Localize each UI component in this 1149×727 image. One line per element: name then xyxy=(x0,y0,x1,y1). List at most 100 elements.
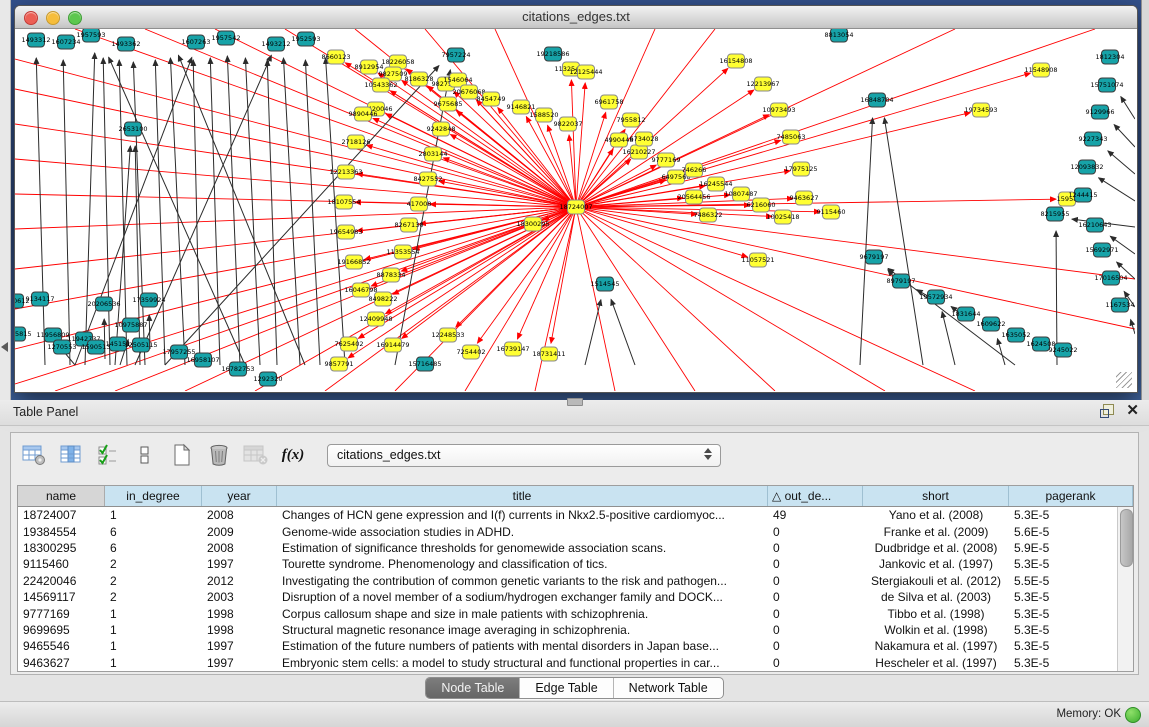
table-row[interactable]: 2242004622012Investigating the contribut… xyxy=(18,573,1133,589)
graph-node[interactable]: 10973493 xyxy=(762,103,795,117)
graph-node[interactable]: 16739147 xyxy=(496,342,529,356)
checklist-icon[interactable] xyxy=(93,439,123,471)
graph-node[interactable]: 1609622 xyxy=(977,317,1006,331)
splitter-grip[interactable] xyxy=(567,398,583,406)
column-selector-icon[interactable] xyxy=(56,439,86,471)
graph-node[interactable]: 12248533 xyxy=(431,328,464,342)
graph-node[interactable]: 9129966 xyxy=(1086,105,1115,119)
graph-node[interactable]: 12409948 xyxy=(359,312,392,326)
graph-node[interactable]: 1607263 xyxy=(182,35,211,49)
column-header-out_de[interactable]: △ out_de... xyxy=(768,486,863,506)
graph-node[interactable]: 11548908 xyxy=(1024,63,1057,77)
graph-node[interactable]: 11057521 xyxy=(741,253,774,267)
graph-node[interactable]: 1952593 xyxy=(292,32,321,46)
graph-node[interactable]: 2718126 xyxy=(342,135,371,149)
tab-network-table[interactable]: Network Table xyxy=(614,678,723,698)
graph-node[interactable]: 17016504 xyxy=(1094,271,1127,285)
window-titlebar[interactable]: citations_edges.txt xyxy=(15,6,1137,29)
graph-node[interactable]: 1812304 xyxy=(1096,50,1125,64)
graph-node[interactable]: 16848784 xyxy=(860,93,893,107)
graph-node[interactable]: 7625402 xyxy=(335,337,364,351)
delete-table-icon-disabled[interactable] xyxy=(241,439,271,471)
graph-node[interactable]: 19218586 xyxy=(536,47,569,61)
graph-node[interactable]: 16245544 xyxy=(699,177,732,191)
collapse-handle-icon[interactable] xyxy=(1,342,8,352)
new-document-icon[interactable] xyxy=(167,439,197,471)
graph-node[interactable]: 1957542 xyxy=(212,31,241,45)
table-scrollbar-track[interactable] xyxy=(1117,507,1133,671)
graph-node[interactable]: 12093832 xyxy=(1070,160,1103,174)
graph-node[interactable]: 9134117 xyxy=(26,292,55,306)
graph-node[interactable]: 7955812 xyxy=(617,113,646,127)
table-selector-dropdown[interactable]: citations_edges.txt xyxy=(327,444,721,467)
graph-node[interactable]: 1957593 xyxy=(77,29,106,42)
column-header-pagerank[interactable]: pagerank xyxy=(1009,486,1133,506)
network-canvas[interactable]: 1872400786601238912954182260589827509818… xyxy=(15,29,1135,391)
column-header-short[interactable]: short xyxy=(863,486,1009,506)
graph-node[interactable]: 7957224 xyxy=(442,48,471,62)
tab-node-table[interactable]: Node Table xyxy=(426,678,520,698)
graph-node[interactable]: 12213967 xyxy=(746,77,779,91)
graph-node[interactable]: 15751074 xyxy=(1090,78,1123,92)
graph-node[interactable]: 16782753 xyxy=(221,362,254,376)
graph-node[interactable]: 10807487 xyxy=(724,187,757,201)
graph-node[interactable]: 9242848 xyxy=(427,122,456,136)
memory-ok-indicator-icon[interactable] xyxy=(1125,707,1141,723)
graph-node[interactable]: 1831644 xyxy=(952,307,981,321)
graph-node[interactable]: 417008 xyxy=(407,197,432,211)
graph-node[interactable]: 8215955 xyxy=(1041,207,1070,221)
table-scrollbar-thumb[interactable] xyxy=(1120,509,1133,567)
graph-node[interactable]: 8878334 xyxy=(377,268,406,282)
graph-node[interactable]: 7485063 xyxy=(777,130,806,144)
graph-node[interactable]: 8813054 xyxy=(825,29,854,42)
table-row[interactable]: 946362711997Embryonic stem cells: a mode… xyxy=(18,655,1133,671)
graph-node[interactable]: 9857791 xyxy=(325,357,354,371)
close-panel-icon[interactable]: ✕ xyxy=(1126,404,1139,418)
graph-node[interactable]: 6734028 xyxy=(630,132,659,146)
table-row[interactable]: 977716911998Corpus callosum shape and si… xyxy=(18,605,1133,621)
graph-node[interactable]: 20206536 xyxy=(87,297,120,311)
graph-node[interactable]: 1514545 xyxy=(591,277,620,291)
table-row[interactable]: 969969511998Structural magnetic resonanc… xyxy=(18,622,1133,638)
graph-node[interactable]: 7254402 xyxy=(457,345,486,359)
graph-node[interactable]: 8267130 xyxy=(395,218,424,232)
graph-node[interactable]: 10975887 xyxy=(114,318,147,332)
trash-icon[interactable] xyxy=(204,439,234,471)
graph-node[interactable]: 19734593 xyxy=(964,103,997,117)
graph-node[interactable]: 12213363 xyxy=(329,165,362,179)
table-row[interactable]: 1830029562008Estimation of significance … xyxy=(18,540,1133,556)
graph-node[interactable]: 1493362 xyxy=(112,37,141,51)
table-row[interactable]: 1938455462009Genome-wide association stu… xyxy=(18,523,1133,539)
graph-node[interactable]: 8186328 xyxy=(405,72,434,86)
graph-node[interactable]: 1493212 xyxy=(262,37,291,51)
table-row[interactable]: 946554611997Estimation of the future num… xyxy=(18,638,1133,654)
graph-node[interactable]: 15692971 xyxy=(1085,243,1118,257)
table-settings-icon[interactable] xyxy=(19,439,49,471)
rows-icon[interactable] xyxy=(130,439,160,471)
network-graph[interactable]: 1872400786601238912954182260589827509818… xyxy=(15,29,1135,391)
graph-node[interactable]: 18107554 xyxy=(327,195,360,209)
graph-node[interactable]: 17975125 xyxy=(784,162,817,176)
graph-node[interactable]: 9679197 xyxy=(860,250,889,264)
table-row[interactable]: 1872400712008Changes of HCN gene express… xyxy=(18,507,1133,523)
window-resize-grip[interactable] xyxy=(1116,372,1132,388)
graph-node[interactable]: 9115460 xyxy=(817,205,846,219)
function-icon[interactable]: f(x) xyxy=(278,439,308,471)
tab-edge-table[interactable]: Edge Table xyxy=(520,678,613,698)
table-row[interactable]: 1456911722003Disruption of a novel membe… xyxy=(18,589,1133,605)
graph-node[interactable]: 1292320 xyxy=(254,372,283,386)
graph-node[interactable]: 19572934 xyxy=(919,290,952,304)
column-header-title[interactable]: title xyxy=(277,486,768,506)
column-header-year[interactable]: year xyxy=(202,486,277,506)
left-splitter-gutter[interactable] xyxy=(0,0,11,400)
graph-node[interactable]: 17359924 xyxy=(132,293,165,307)
graph-node[interactable]: 18731411 xyxy=(532,347,565,361)
graph-node[interactable]: 10025418 xyxy=(766,210,799,224)
graph-node[interactable]: 1905815 xyxy=(15,327,31,341)
table-row[interactable]: 911546021997Tourette syndrome. Phenomeno… xyxy=(18,556,1133,572)
graph-node[interactable]: 746266 xyxy=(682,163,707,177)
graph-node[interactable]: 1493312 xyxy=(22,33,51,47)
graph-node[interactable]: 9227343 xyxy=(1079,132,1108,146)
graph-node[interactable]: 19166852 xyxy=(337,255,370,269)
graph-node[interactable]: 16154808 xyxy=(719,54,752,68)
